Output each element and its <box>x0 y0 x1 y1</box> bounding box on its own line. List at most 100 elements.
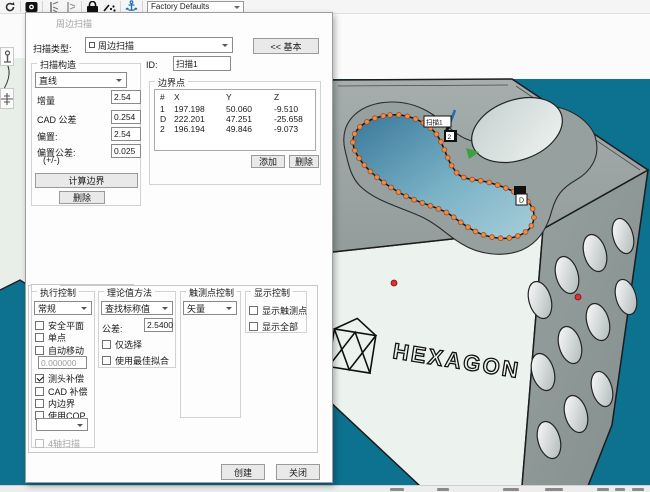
four-axis-checkbox: 4轴扫描 <box>35 437 80 450</box>
show-all-label: 显示全部 <box>262 320 298 333</box>
statusbar-segment <box>437 488 449 491</box>
id-label: ID: <box>146 60 158 70</box>
probe-preset-dropdown[interactable]: Factory Defaults <box>147 1 244 13</box>
scan-type-icon <box>89 42 95 48</box>
construction-method-dropdown[interactable]: 直线 <box>35 72 127 88</box>
cell[interactable]: -9.073 <box>274 124 298 134</box>
hitpoint-mode-dropdown[interactable]: 矢量 <box>183 301 237 315</box>
table-row[interactable]: D <box>160 114 166 124</box>
cell[interactable]: 49.846 <box>226 124 252 134</box>
tolerance-label: 公差: <box>102 322 123 335</box>
toolbar-separator <box>120 1 121 12</box>
window-band <box>333 14 650 79</box>
id-input[interactable]: 扫描1 <box>173 56 231 71</box>
probe-comp-checkbox[interactable]: 测头补偿 <box>35 372 84 385</box>
alignment-point-right[interactable] <box>575 294 581 300</box>
toolbar-separator <box>81 1 82 12</box>
cell[interactable]: 47.251 <box>226 114 252 124</box>
calc-boundary-button[interactable]: 计算边界 <box>35 173 138 188</box>
construction-group-label: 扫描构造 <box>37 58 79 71</box>
cell[interactable]: -25.658 <box>274 114 303 124</box>
construction-method-value: 直线 <box>39 74 57 87</box>
show-all-checkbox[interactable]: 显示全部 <box>249 320 298 333</box>
scan-type-value: 周边扫描 <box>98 39 134 52</box>
svg-text:2: 2 <box>448 134 452 141</box>
alignment-point-front[interactable] <box>391 280 397 286</box>
cop-dropdown[interactable] <box>36 418 88 431</box>
boundary-delete-button[interactable]: 删除 <box>289 155 319 168</box>
nominal-method-dropdown[interactable]: 查找标称值 <box>101 301 173 315</box>
toolbar-separator <box>20 1 21 12</box>
point-2-marker[interactable]: 2 <box>444 130 457 142</box>
auto-move-input[interactable]: 0.000000 <box>38 356 87 369</box>
increment-label: 增量 <box>37 94 55 107</box>
best-fit-label: 使用最佳拟合 <box>115 354 169 367</box>
lock-icon[interactable] <box>86 1 99 13</box>
cad-tolerance-input[interactable]: 0.254 <box>111 110 141 124</box>
display-group-label: 显示控制 <box>251 286 293 299</box>
nominal-method-value: 查找标称值 <box>105 302 150 315</box>
boundary-add-button[interactable]: 添加 <box>251 155 285 168</box>
svg-text:扫描1: 扫描1 <box>426 118 443 127</box>
anchor-icon[interactable] <box>125 1 138 13</box>
best-fit-checkbox[interactable]: 使用最佳拟合 <box>102 354 169 367</box>
toolbar-separator <box>142 1 143 12</box>
cell[interactable]: 196.194 <box>174 124 205 134</box>
probe-enable-icon[interactable] <box>47 1 60 13</box>
cell[interactable]: 222.201 <box>174 114 205 124</box>
statusbar-segment <box>503 488 519 491</box>
scan-tag[interactable]: 扫描1 <box>424 116 451 127</box>
offset-input[interactable]: 2.54 <box>111 127 141 141</box>
select-only-checkbox[interactable]: 仅选择 <box>102 338 142 351</box>
construction-delete-button[interactable]: 删除 <box>59 191 105 204</box>
show-hits-checkbox[interactable]: 显示触测点 <box>249 304 307 317</box>
boundary-group-label: 边界点 <box>155 76 188 89</box>
show-hits-label: 显示触测点 <box>262 304 307 317</box>
single-point-checkbox[interactable]: 单点 <box>35 331 66 344</box>
camera-view-icon[interactable] <box>25 1 38 13</box>
execution-mode-value: 常规 <box>38 302 56 315</box>
statusbar-segment <box>632 488 644 491</box>
col-hash: # <box>160 92 165 102</box>
tolerance-input[interactable]: 2.5400 <box>144 318 173 332</box>
col-z: Z <box>274 92 279 102</box>
statusbar-segment <box>545 488 563 491</box>
table-row[interactable]: 1 <box>160 104 165 114</box>
point-d-marker[interactable]: D <box>514 186 527 205</box>
cad-tolerance-label: CAD 公差 <box>37 113 77 126</box>
cell[interactable]: -9.510 <box>274 104 298 114</box>
preset-value: Factory Defaults <box>151 2 209 11</box>
execution-group-label: 执行控制 <box>37 286 79 299</box>
probe-disable-icon[interactable] <box>64 1 77 13</box>
scan-type-label: 扫描类型: <box>33 42 72 55</box>
peripheral-scan-dialog: 周边扫描 扫描类型: 周边扫描 << 基本 扫描构造 直线 增量 2.54 CA… <box>25 12 333 483</box>
offset-tolerance-suffix: (+/-) <box>43 155 60 165</box>
rotate-view-icon[interactable] <box>3 1 16 13</box>
offset-label: 偏置: <box>37 130 58 143</box>
cell[interactable]: 50.060 <box>226 104 252 114</box>
probe-comp-label: 测头补偿 <box>48 372 84 385</box>
basic-toggle-button[interactable]: << 基本 <box>253 38 319 54</box>
nominal-group-label: 理论值方法 <box>104 286 155 299</box>
hitpoint-group-label: 触测点控制 <box>186 286 237 299</box>
statusbar-segment <box>597 488 609 491</box>
probe-angle-icon[interactable] <box>0 47 14 66</box>
table-row[interactable]: 2 <box>160 124 165 134</box>
status-bar <box>0 485 650 492</box>
offset-tolerance-input[interactable]: 0.025 <box>111 144 141 158</box>
boundary-table[interactable]: # X Y Z 1 197.198 50.060 -9.510 D 222.20… <box>154 89 316 151</box>
col-x: X <box>174 92 180 102</box>
hit-points-icon[interactable] <box>103 1 116 13</box>
single-point-label: 单点 <box>48 331 66 344</box>
dialog-title: 周边扫描 <box>56 17 92 30</box>
scan-type-dropdown[interactable]: 周边扫描 <box>85 37 233 53</box>
increment-input[interactable]: 2.54 <box>111 90 141 104</box>
four-axis-label: 4轴扫描 <box>48 437 80 450</box>
grid-move-icon[interactable] <box>0 88 14 109</box>
create-button[interactable]: 创建 <box>221 464 265 480</box>
execution-mode-dropdown[interactable]: 常规 <box>34 301 92 315</box>
toolbar-separator <box>42 1 43 12</box>
statusbar-segment <box>390 488 404 491</box>
close-button[interactable]: 关闭 <box>276 464 320 480</box>
cell[interactable]: 197.198 <box>174 104 205 114</box>
